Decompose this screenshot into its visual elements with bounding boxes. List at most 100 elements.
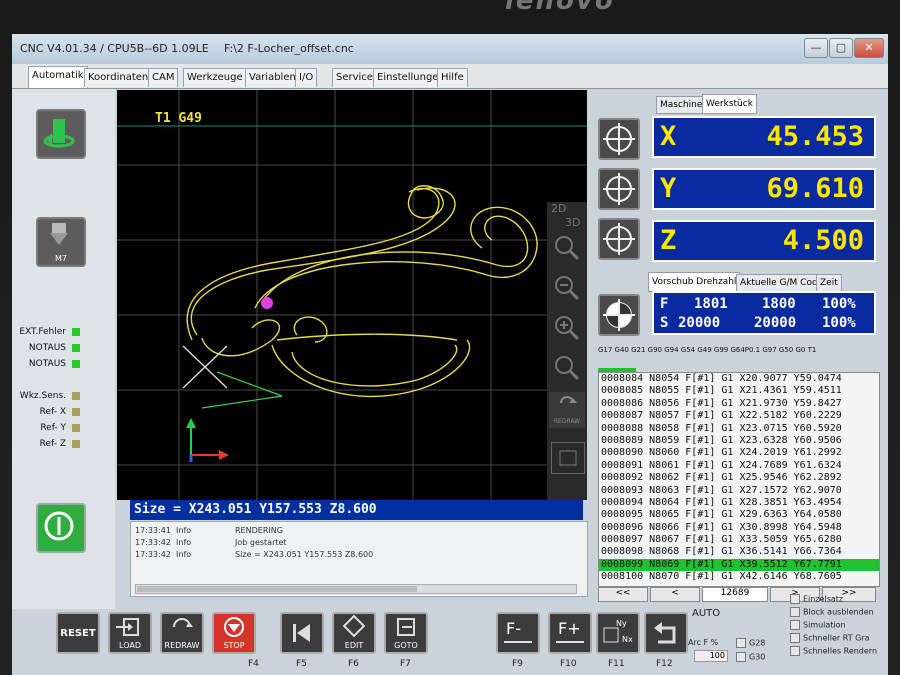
spindle-button[interactable] bbox=[36, 109, 86, 159]
gcode-line[interactable]: 0008084 N8054 F[#1] G1 X20.9077 Y59.0474 bbox=[599, 373, 879, 385]
arc-feed-input[interactable]: 100 bbox=[694, 650, 728, 662]
gcode-line[interactable]: 0008095 N8065 F[#1] G1 X29.6363 Y64.0580 bbox=[599, 509, 879, 521]
zoom-in-button[interactable] bbox=[551, 312, 583, 342]
tab-automatik[interactable]: Automatik bbox=[28, 66, 88, 88]
checkbox-box[interactable] bbox=[790, 633, 800, 643]
edit-button[interactable]: EDIT bbox=[332, 612, 376, 654]
iso-view-button[interactable] bbox=[551, 442, 585, 474]
checkbox-box[interactable] bbox=[790, 646, 800, 656]
spindle-set: 20000 bbox=[678, 315, 721, 331]
zero-z-button[interactable] bbox=[598, 218, 640, 260]
tab-gm-code[interactable]: Aktuelle G/M Code bbox=[736, 274, 828, 292]
gcode-line[interactable]: 0008088 N8058 F[#1] G1 X23.0715 Y60.5920 bbox=[599, 423, 879, 435]
feed-minus-icon: F- bbox=[504, 619, 532, 643]
f11-button[interactable]: Ny Nx bbox=[596, 612, 640, 654]
log-scroll-thumb[interactable] bbox=[137, 586, 417, 592]
close-button[interactable]: ✕ bbox=[854, 38, 884, 58]
option-schneller-rt[interactable]: Schneller RT Gra bbox=[790, 633, 870, 643]
y-value: 69.610 bbox=[766, 173, 864, 204]
gcode-line[interactable]: 0008086 N8056 F[#1] G1 X21.9730 Y59.8427 bbox=[599, 398, 879, 410]
gcode-line[interactable]: 0008098 N8068 F[#1] G1 X36.5141 Y66.7364 bbox=[599, 546, 879, 558]
view-2d-button[interactable]: 2D bbox=[551, 202, 566, 215]
gcode-line[interactable]: 0008099 N8069 F[#1] G1 X39.5512 Y67.7791 bbox=[599, 558, 879, 572]
tab-cam[interactable]: CAM bbox=[148, 68, 179, 87]
main-tab-bar: Automatik Koordinaten CAM Werkzeuge Vari… bbox=[12, 64, 888, 89]
coolant-m7-button[interactable]: M7 bbox=[36, 217, 86, 267]
stop-button[interactable]: STOP bbox=[212, 612, 256, 654]
y-axis-label: Y bbox=[660, 173, 677, 204]
option-einzelsatz[interactable]: Einzelsatz bbox=[790, 594, 843, 604]
checkbox-box[interactable] bbox=[790, 607, 800, 617]
nav-line-field[interactable]: 12689 bbox=[702, 587, 768, 602]
maximize-button[interactable]: ▢ bbox=[829, 38, 853, 58]
zero-y-button[interactable] bbox=[598, 168, 640, 210]
nav-first-button[interactable]: << bbox=[598, 587, 648, 602]
gcode-line[interactable]: 0008096 N8066 F[#1] G1 X30.8998 Y64.5948 bbox=[599, 522, 879, 534]
option-block-ausblenden[interactable]: Block ausblenden bbox=[790, 607, 874, 617]
log-scrollbar[interactable] bbox=[135, 584, 577, 594]
checkbox-box[interactable] bbox=[736, 638, 746, 648]
tab-io[interactable]: I/O bbox=[295, 68, 318, 87]
tab-werkzeuge[interactable]: Werkzeuge bbox=[183, 68, 247, 87]
tab-variablen[interactable]: Variablen bbox=[245, 68, 300, 87]
nav-prev-button[interactable]: < bbox=[650, 587, 700, 602]
gcode-line[interactable]: 0008085 N8055 F[#1] G1 X21.4361 Y59.4511 bbox=[599, 385, 879, 397]
zero-x-button[interactable] bbox=[598, 118, 640, 160]
gcode-line[interactable]: 0008100 N8070 F[#1] G1 X42.6146 Y68.7605 bbox=[599, 571, 879, 583]
g30-checkbox[interactable]: G30 bbox=[736, 652, 765, 662]
tab-werkstueck[interactable]: Werkstück bbox=[702, 94, 757, 114]
goto-label: GOTO bbox=[394, 641, 418, 650]
sensor-ref-x: Ref- X bbox=[10, 407, 80, 417]
f5-button[interactable] bbox=[280, 612, 324, 654]
tab-maschine[interactable]: Maschine bbox=[656, 96, 707, 114]
status-led bbox=[72, 327, 80, 336]
redraw-button[interactable]: REDRAW bbox=[160, 612, 204, 654]
view-toolbar: 2D 3D REDRAW bbox=[547, 202, 587, 500]
minimize-button[interactable]: — bbox=[804, 38, 828, 58]
feed-percent: 100% bbox=[822, 296, 856, 312]
f10-button[interactable]: F+ bbox=[548, 612, 592, 654]
feed-override-button[interactable] bbox=[598, 294, 640, 336]
gcode-line[interactable]: 0008094 N8064 F[#1] G1 X28.3851 Y63.4954 bbox=[599, 497, 879, 509]
tab-hilfe[interactable]: Hilfe bbox=[437, 68, 468, 87]
spindle-icon bbox=[43, 119, 75, 148]
spindle-label: S bbox=[660, 315, 669, 331]
redraw-view-button[interactable]: REDRAW bbox=[549, 392, 585, 428]
option-schnelles-rendern[interactable]: Schnelles Rendern bbox=[790, 646, 877, 656]
tab-vorschub[interactable]: Vorschub Drehzahl bbox=[648, 272, 741, 292]
reset-button[interactable]: RESET bbox=[56, 612, 100, 654]
toolpath-viewport[interactable]: T1 G49 ➤ 2D 3D REDRAW bbox=[117, 90, 587, 500]
status-notaus-2: NOTAUS bbox=[10, 359, 80, 369]
zoom-fit-button[interactable] bbox=[551, 232, 583, 262]
gcode-line[interactable]: 0008090 N8060 F[#1] G1 X24.2019 Y61.2992 bbox=[599, 447, 879, 459]
view-3d-button[interactable]: 3D bbox=[565, 216, 580, 229]
zoom-window-button[interactable] bbox=[551, 352, 583, 382]
z-readout: Z 4.500 bbox=[652, 220, 876, 262]
gcode-line[interactable]: 0008089 N8059 F[#1] G1 X23.6328 Y60.9506 bbox=[599, 435, 879, 447]
load-button[interactable]: LOAD bbox=[108, 612, 152, 654]
zoom-out-button[interactable] bbox=[551, 272, 583, 302]
f12-button[interactable] bbox=[644, 612, 688, 654]
gcode-listing[interactable]: 0008084 N8054 F[#1] G1 X20.9077 Y59.0474… bbox=[598, 372, 880, 587]
edit-label: EDIT bbox=[344, 641, 364, 650]
tab-zeit[interactable]: Zeit bbox=[816, 274, 842, 292]
f9-button[interactable]: F- bbox=[496, 612, 540, 654]
checkbox-box[interactable] bbox=[790, 620, 800, 630]
load-label: LOAD bbox=[119, 641, 141, 650]
checkbox-box[interactable] bbox=[736, 652, 746, 662]
gcode-line[interactable]: 0008092 N8062 F[#1] G1 X25.9546 Y62.2892 bbox=[599, 472, 879, 484]
crosshair-z-icon bbox=[603, 223, 635, 255]
gcode-line[interactable]: 0008087 N8057 F[#1] G1 X22.5182 Y60.2229 bbox=[599, 410, 879, 422]
f10-label: F10 bbox=[560, 659, 577, 669]
checkbox-box[interactable] bbox=[790, 594, 800, 604]
gcode-line[interactable]: 0008091 N8061 F[#1] G1 X24.7689 Y61.6324 bbox=[599, 460, 879, 472]
cycle-start-button[interactable] bbox=[36, 503, 86, 553]
z-value: 4.500 bbox=[782, 225, 864, 256]
gcode-line[interactable]: 0008097 N8067 F[#1] G1 X33.5059 Y65.6280 bbox=[599, 534, 879, 546]
goto-button[interactable]: GOTO bbox=[384, 612, 428, 654]
option-simulation[interactable]: Simulation bbox=[790, 620, 846, 630]
tab-koordinaten[interactable]: Koordinaten bbox=[84, 68, 153, 87]
g28-checkbox[interactable]: G28 bbox=[736, 638, 765, 648]
gcode-line[interactable]: 0008093 N8063 F[#1] G1 X27.1572 Y62.9070 bbox=[599, 485, 879, 497]
tab-service[interactable]: Service bbox=[332, 68, 377, 87]
